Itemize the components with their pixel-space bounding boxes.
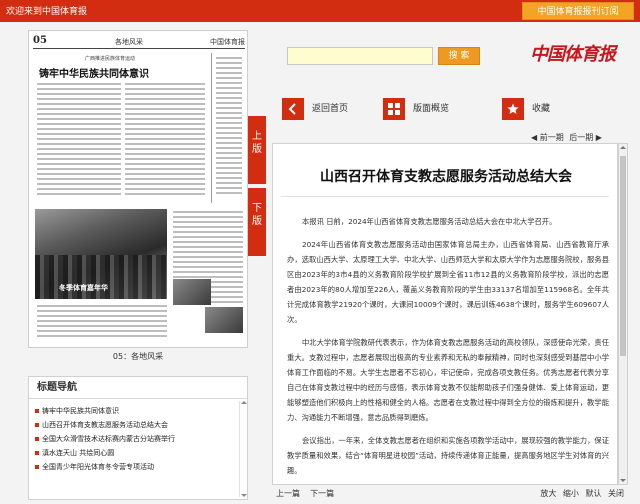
title-nav-header: 标题导航 bbox=[29, 377, 247, 399]
next-page-tab[interactable]: 下 版 bbox=[248, 188, 266, 256]
article-paragraph: 本报讯 日前，2024年山西省体育支教志愿服务活动总结大会在中北大学召开。 bbox=[302, 217, 557, 226]
prev-page-tab[interactable]: 上 版 bbox=[248, 116, 266, 184]
title-nav-item-label: 全国青少年阳光体育冬令营专项活动 bbox=[42, 463, 154, 471]
page-kicker: 广西推进民族体育运动 bbox=[85, 56, 136, 62]
scroll-down-icon[interactable] bbox=[620, 479, 626, 482]
prev-article-link[interactable]: 上一篇 bbox=[276, 489, 300, 498]
prev-issue-link[interactable]: ◀ 前一期 bbox=[531, 133, 564, 142]
top-bar: 欢迎来到中国体育报 中国体育报报刊订阅 bbox=[0, 0, 640, 22]
favorite-button-label: 收藏 bbox=[532, 104, 551, 114]
title-nav-item-label: 滇水连天山 共绘同心圆 bbox=[42, 449, 115, 457]
title-divider bbox=[281, 196, 609, 197]
bullet-icon bbox=[35, 437, 39, 441]
page-caption: 05：各地风采 bbox=[112, 352, 164, 361]
article-title: 山西召开体育支教志愿服务活动总结大会 bbox=[320, 169, 572, 185]
article-paragraph: 会议指出，一年来，全体支教志愿者在组织和实施各项教学活动中，展现较强的教学能力，… bbox=[287, 436, 609, 475]
home-button-label: 返回首页 bbox=[312, 104, 349, 114]
newspaper-page[interactable]: 05 各地风采 中国体育报 广西推进民族体育运动 铸牢中华民族共同体意识 冬季体… bbox=[28, 30, 248, 348]
grid-icon bbox=[383, 98, 405, 120]
article-body: 本报讯 日前，2024年山西省体育支教志愿服务活动总结大会在中北大学召开。 20… bbox=[287, 214, 609, 484]
next-tab-char: 下 bbox=[252, 203, 262, 214]
title-nav-item[interactable]: 全国大众滑雪技术达标赛内蒙古分站赛举行 bbox=[35, 432, 247, 446]
subscribe-button[interactable]: 中国体育报报刊订阅 bbox=[522, 2, 634, 20]
title-nav-item[interactable]: 滇水连天山 共绘同心圆 bbox=[35, 446, 247, 460]
search-input[interactable] bbox=[287, 47, 433, 65]
title-nav-item[interactable]: 全国青少年阳光体育冬令营专项活动 bbox=[35, 460, 247, 474]
prev-tab-char: 版 bbox=[252, 144, 262, 155]
issue-pager: ◀ 前一期 后一期 ▶ bbox=[528, 132, 602, 143]
page-brand: 中国体育报 bbox=[210, 38, 245, 46]
bullet-icon bbox=[35, 451, 39, 455]
side-column bbox=[211, 53, 245, 203]
page-header: 05 各地风采 中国体育报 bbox=[33, 35, 245, 49]
page-small-photo bbox=[173, 279, 211, 305]
article-panel: 山西召开体育支教志愿服务活动总结大会 本报讯 日前，2024年山西省体育支教志愿… bbox=[272, 143, 618, 485]
bullet-icon bbox=[35, 409, 39, 413]
photo-caption: 冬季体育嘉年华 bbox=[59, 284, 108, 292]
page-main-photo: 冬季体育嘉年华 bbox=[35, 209, 167, 299]
text-column bbox=[37, 305, 167, 340]
bottom-bar: 上一篇 下一篇 放大 缩小 默认 关闭 bbox=[272, 486, 628, 502]
arrow-left-icon bbox=[282, 98, 304, 120]
bullet-icon bbox=[35, 423, 39, 427]
default-size-button[interactable]: 默认 bbox=[585, 489, 601, 498]
next-article-link[interactable]: 下一篇 bbox=[310, 489, 334, 498]
welcome-text: 欢迎来到中国体育报 bbox=[6, 7, 88, 17]
title-nav-item[interactable]: 铸牢中华民族共同体意识 bbox=[35, 404, 247, 418]
site-logo[interactable]: 中国体育报 bbox=[530, 40, 616, 66]
next-tab-char: 版 bbox=[252, 216, 262, 227]
prev-tab-char: 上 bbox=[252, 131, 262, 142]
article-paragraph: 2024年山西省体育支教志愿服务活动由国家体育总局主办，山西省体育局、山西省教育… bbox=[287, 240, 609, 324]
search-button[interactable]: 搜 索 bbox=[438, 47, 480, 65]
text-column bbox=[37, 83, 121, 198]
zoom-out-button[interactable]: 缩小 bbox=[563, 489, 579, 498]
overview-button-label: 版面概览 bbox=[413, 104, 450, 114]
title-nav-item-label: 铸牢中华民族共同体意识 bbox=[42, 407, 119, 415]
article-paragraph: 中北大学体育学院教研代表表示，作为体育支教志愿服务活动的高校领队，深感使命光荣，… bbox=[287, 338, 609, 422]
page-headline[interactable]: 铸牢中华民族共同体意识 bbox=[39, 65, 149, 80]
star-icon bbox=[502, 98, 524, 120]
page-small-photo bbox=[205, 307, 243, 333]
zoom-in-button[interactable]: 放大 bbox=[540, 489, 556, 498]
scroll-thumb[interactable] bbox=[620, 156, 626, 356]
bullet-icon bbox=[35, 465, 39, 469]
page-number: 05 bbox=[33, 35, 47, 46]
title-nav-scrollbar[interactable] bbox=[239, 401, 247, 497]
scroll-up-icon[interactable] bbox=[620, 146, 626, 149]
title-navigation: 标题导航 铸牢中华民族共同体意识 山西召开体育支教志愿服务活动总结大会 全国大众… bbox=[28, 376, 248, 500]
text-column bbox=[125, 83, 205, 198]
title-nav-item-label: 山西召开体育支教志愿服务活动总结大会 bbox=[42, 421, 168, 429]
page-section: 各地风采 bbox=[115, 38, 143, 46]
article-scrollbar[interactable] bbox=[618, 143, 628, 485]
next-issue-link[interactable]: 后一期 ▶ bbox=[569, 133, 602, 142]
title-nav-item-label: 全国大众滑雪技术达标赛内蒙古分站赛举行 bbox=[42, 435, 175, 443]
close-button[interactable]: 关闭 bbox=[608, 489, 624, 498]
title-nav-item[interactable]: 山西召开体育支教志愿服务活动总结大会 bbox=[35, 418, 247, 432]
